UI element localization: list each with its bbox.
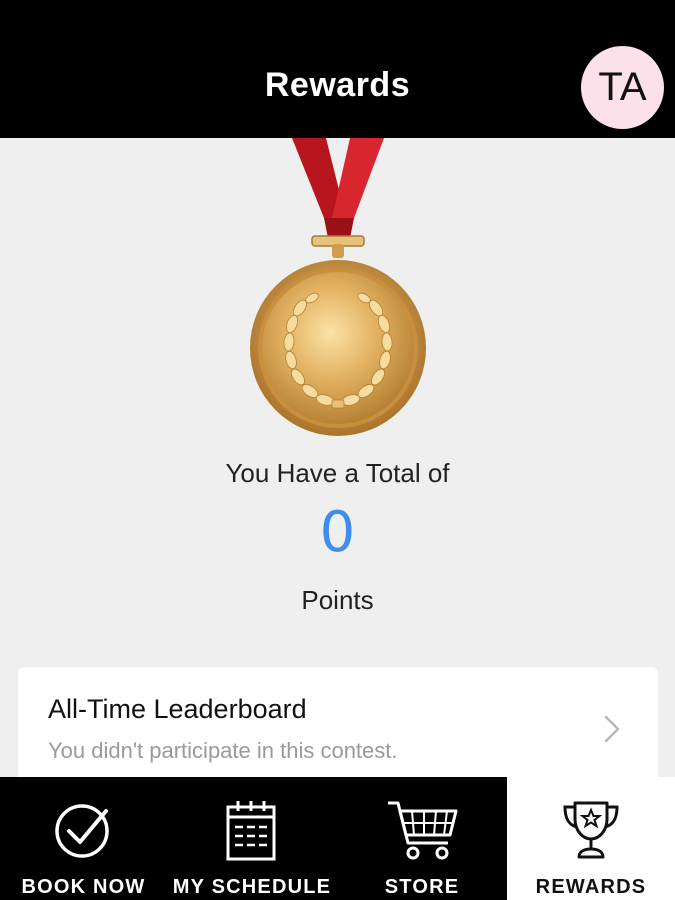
tab-rewards[interactable]: REWARDS [507, 777, 675, 900]
tab-label: MY SCHEDULE [172, 876, 332, 898]
points-value: 0 [319, 500, 356, 565]
leaderboard-title: All-Time Leaderboard [48, 694, 307, 724]
points-total-label: You Have a Total of [225, 458, 450, 488]
app-header: Rewards TA [0, 0, 675, 138]
tab-book-now[interactable]: BOOK NOW [0, 777, 167, 900]
calendar-icon [226, 801, 276, 861]
medal-icon [250, 138, 426, 436]
tab-label: STORE [384, 876, 460, 898]
tab-label: REWARDS [535, 876, 647, 898]
tab-my-schedule[interactable]: MY SCHEDULE [167, 777, 337, 900]
cart-icon [388, 801, 458, 860]
trophy-icon [563, 801, 619, 859]
tab-label: BOOK NOW [21, 876, 146, 898]
page-title: Rewards [264, 66, 411, 104]
avatar[interactable]: TA [581, 46, 664, 129]
points-unit-label: Points [301, 585, 374, 615]
leaderboard-card[interactable]: All-Time Leaderboard You didn't particip… [18, 667, 658, 787]
leaderboard-subtitle: You didn't participate in this contest. [48, 738, 398, 763]
tab-store[interactable]: STORE [337, 777, 507, 900]
check-circle-icon [54, 804, 109, 858]
chevron-right-icon [604, 715, 620, 743]
bottom-tab-bar: BOOK NOW MY SCHEDULE STORE REWARDS [0, 777, 675, 900]
